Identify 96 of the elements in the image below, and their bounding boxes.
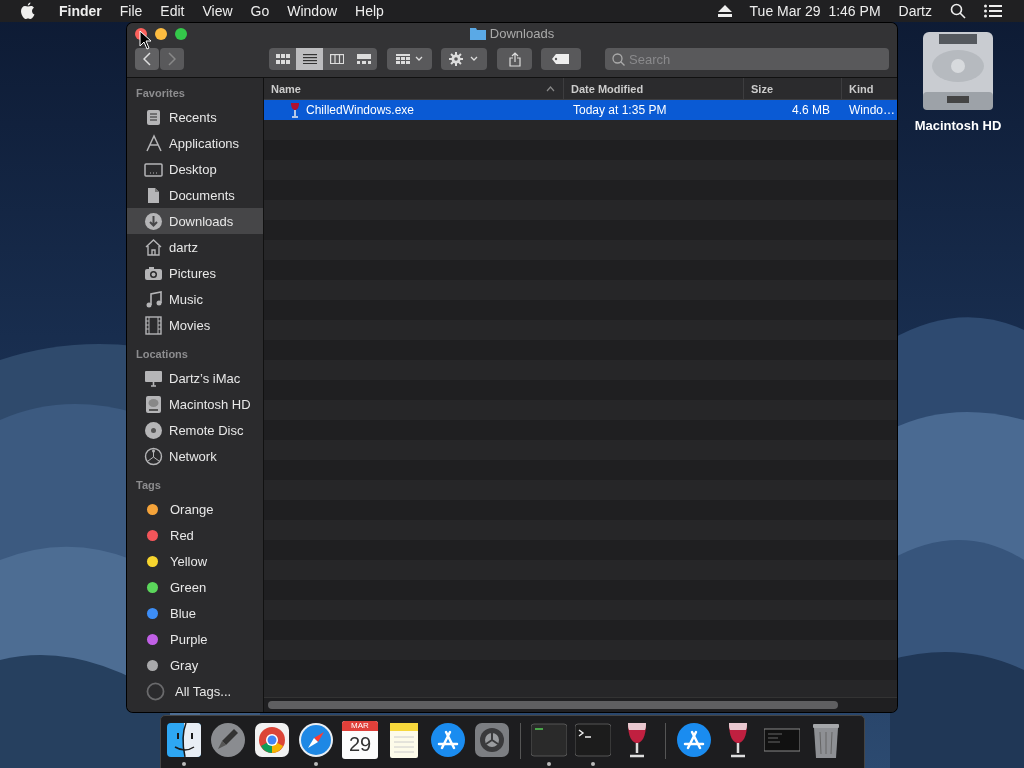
app-store-icon[interactable] bbox=[676, 721, 712, 759]
section-heading: Locations bbox=[135, 347, 189, 362]
gallery-icon bbox=[356, 54, 371, 64]
scrollbar-thumb[interactable] bbox=[268, 701, 838, 709]
gear-caret-icon bbox=[449, 52, 479, 66]
share-button[interactable] bbox=[497, 48, 532, 70]
menu-item[interactable]: Window bbox=[278, 3, 347, 19]
sidebar-item[interactable]: Downloads bbox=[127, 208, 263, 234]
finder-face-icon[interactable] bbox=[166, 721, 202, 759]
columns-icon bbox=[329, 54, 344, 64]
clock-list-icon bbox=[144, 107, 163, 127]
minimize-button[interactable] bbox=[155, 28, 167, 40]
search-icon[interactable] bbox=[950, 3, 966, 19]
menu-item[interactable]: Help bbox=[346, 3, 393, 19]
tag-button[interactable] bbox=[541, 48, 581, 70]
tag-icon bbox=[552, 54, 570, 64]
apple-logo-icon[interactable] bbox=[20, 2, 36, 20]
sidebar-item[interactable]: Network bbox=[127, 443, 263, 469]
sidebar-item[interactable]: dartz bbox=[127, 234, 263, 260]
section-heading: Tags bbox=[135, 478, 162, 493]
calendar-month: MAR bbox=[342, 721, 378, 731]
compass-icon[interactable] bbox=[298, 721, 334, 759]
globe-icon bbox=[144, 446, 163, 466]
calendar-day: 29 bbox=[348, 731, 372, 757]
search-icon bbox=[612, 53, 625, 66]
clock-text[interactable]: Tue Mar 29 1:46 PM bbox=[740, 3, 890, 19]
house-icon bbox=[144, 237, 163, 257]
film-strip-icon bbox=[144, 315, 163, 335]
sidebar-item[interactable]: Red bbox=[127, 522, 263, 548]
sidebar-item[interactable]: Gray bbox=[127, 652, 263, 678]
sidebar-item[interactable]: Documents bbox=[127, 182, 263, 208]
eject-icon[interactable] bbox=[717, 5, 732, 17]
app-store-icon[interactable] bbox=[430, 721, 466, 759]
section-heading: Favorites bbox=[135, 86, 186, 101]
pointer-icon bbox=[139, 30, 152, 50]
chevron-left-icon bbox=[143, 52, 151, 66]
wine-glass-icon bbox=[290, 102, 300, 118]
table-cell-text: Windo… bbox=[848, 103, 896, 117]
menu-item[interactable]: View bbox=[193, 3, 242, 19]
column-heading[interactable]: Size bbox=[744, 78, 842, 99]
arrange-button[interactable] bbox=[387, 48, 432, 70]
menu-item[interactable]: File bbox=[110, 3, 152, 19]
sidebar-item[interactable]: All Tags... bbox=[127, 678, 263, 704]
column-heading[interactable]: Date Modified bbox=[564, 78, 744, 99]
tags-icon bbox=[146, 681, 165, 701]
menu-item[interactable]: Go bbox=[241, 3, 279, 19]
computer-icon bbox=[144, 368, 163, 388]
window-title: Downloads bbox=[489, 26, 555, 41]
file-row[interactable]: ChilledWindows.exe Today at 1:35 PM 4.6 MB Windo… bbox=[264, 100, 897, 120]
back-button[interactable] bbox=[135, 48, 159, 70]
lines-icon bbox=[302, 54, 317, 64]
sidebar-item[interactable]: Desktop bbox=[127, 156, 263, 182]
grid-caret-icon bbox=[395, 54, 424, 64]
menu-item[interactable]: Edit bbox=[151, 3, 194, 19]
sidebar-item[interactable]: Macintosh HD bbox=[127, 391, 263, 417]
sidebar-item[interactable]: Pictures bbox=[127, 260, 263, 286]
download-icon bbox=[144, 211, 163, 231]
action-button[interactable] bbox=[441, 48, 487, 70]
sidebar-item[interactable]: Applications bbox=[127, 130, 263, 156]
sidebar-item[interactable]: Music bbox=[127, 286, 263, 312]
browser-icon[interactable] bbox=[254, 721, 290, 759]
chevron-right-icon bbox=[168, 52, 176, 66]
menu-item[interactable]: Finder bbox=[50, 3, 111, 19]
icon-label[interactable]: Macintosh HD bbox=[914, 118, 1002, 133]
sidebar-item[interactable]: Movies bbox=[127, 312, 263, 338]
sidebar-item[interactable]: Purple bbox=[127, 626, 263, 652]
column-heading[interactable]: Name bbox=[264, 78, 564, 99]
sidebar-item[interactable]: Recents bbox=[127, 104, 263, 130]
gear-icon[interactable] bbox=[474, 721, 510, 759]
table-cell-text: Today at 1:35 PM bbox=[572, 103, 668, 117]
folder-icon bbox=[469, 27, 486, 40]
sidebar-item[interactable]: Yellow bbox=[127, 548, 263, 574]
zoom-button[interactable] bbox=[175, 28, 187, 40]
table-cell: ChilledWindows.exe bbox=[264, 102, 564, 118]
share-icon bbox=[508, 51, 521, 67]
list-icon[interactable] bbox=[984, 4, 1002, 18]
user-name[interactable]: Dartz bbox=[889, 3, 941, 19]
icon-view-button[interactable] bbox=[269, 48, 296, 70]
hard-drive-icon bbox=[144, 394, 163, 414]
grid-icon bbox=[275, 54, 290, 64]
music-note-icon bbox=[144, 289, 163, 309]
list-view-button[interactable] bbox=[296, 48, 323, 70]
gallery-view-button[interactable] bbox=[350, 48, 377, 70]
sort-caret-icon bbox=[546, 85, 555, 92]
sidebar-item[interactable]: Green bbox=[127, 574, 263, 600]
sidebar-item[interactable]: Dartz’s iMac bbox=[127, 365, 263, 391]
sidebar-item[interactable]: Orange bbox=[127, 496, 263, 522]
sidebar-item[interactable]: Remote Disc bbox=[127, 417, 263, 443]
table-cell-text: 4.6 MB bbox=[791, 103, 831, 117]
sidebar-item[interactable]: Blue bbox=[127, 600, 263, 626]
column-heading[interactable]: Kind bbox=[842, 78, 897, 99]
calendar-icon[interactable]: MAR 29 bbox=[342, 721, 378, 759]
hard-drive-icon[interactable] bbox=[921, 30, 995, 112]
column-view-button[interactable] bbox=[323, 48, 350, 70]
applications-icon bbox=[144, 133, 163, 153]
disc-icon bbox=[144, 420, 163, 440]
